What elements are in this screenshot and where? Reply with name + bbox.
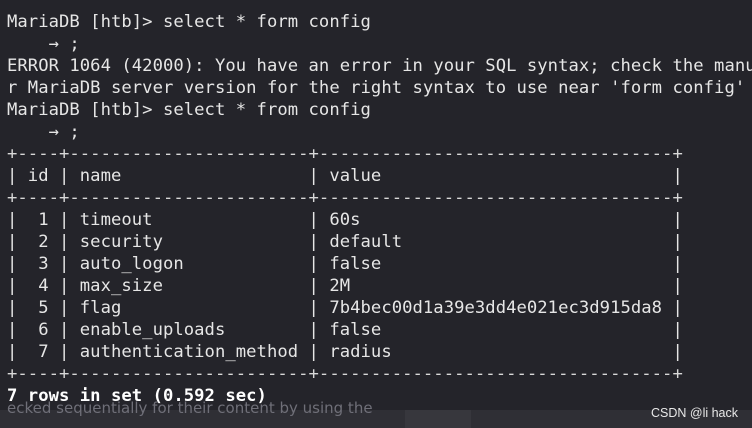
table-row: | 3 | auto_logon | false |	[7, 254, 683, 274]
csdn-watermark: CSDN @li hack	[650, 406, 738, 420]
table-border-top: +----+-----------------------+----------…	[7, 144, 683, 164]
terminal-line-continuation-1: → ;	[7, 34, 80, 54]
terminal-line-command-1: MariaDB [htb]> select * form config	[7, 12, 371, 32]
terminal-line-continuation-2: → ;	[7, 122, 80, 142]
terminal-line-command-2: MariaDB [htb]> select * from config	[7, 100, 371, 120]
terminal-window[interactable]: MariaDB [htb]> select * form config → ; …	[0, 0, 752, 410]
table-row: | 2 | security | default |	[7, 232, 683, 252]
table-row: | 4 | max_size | 2M |	[7, 276, 683, 296]
table-row: | 7 | authentication_method | radius |	[7, 342, 683, 362]
table-header-row: | id | name | value |	[7, 166, 683, 186]
table-border-header: +----+-----------------------+----------…	[7, 188, 683, 208]
terminal-line-error-1: ERROR 1064 (42000): You have an error in…	[7, 56, 752, 76]
table-row: | 1 | timeout | 60s |	[7, 210, 683, 230]
background-page-text: ecked sequentially for their content by …	[7, 399, 373, 417]
terminal-line-error-2: r MariaDB server version for the right s…	[7, 78, 752, 98]
table-row-flag: | 5 | flag | 7b4bec00d1a39e3dd4e021ec3d9…	[7, 298, 683, 318]
table-border-bottom: +----+-----------------------+----------…	[7, 364, 683, 384]
table-row: | 6 | enable_uploads | false |	[7, 320, 683, 340]
